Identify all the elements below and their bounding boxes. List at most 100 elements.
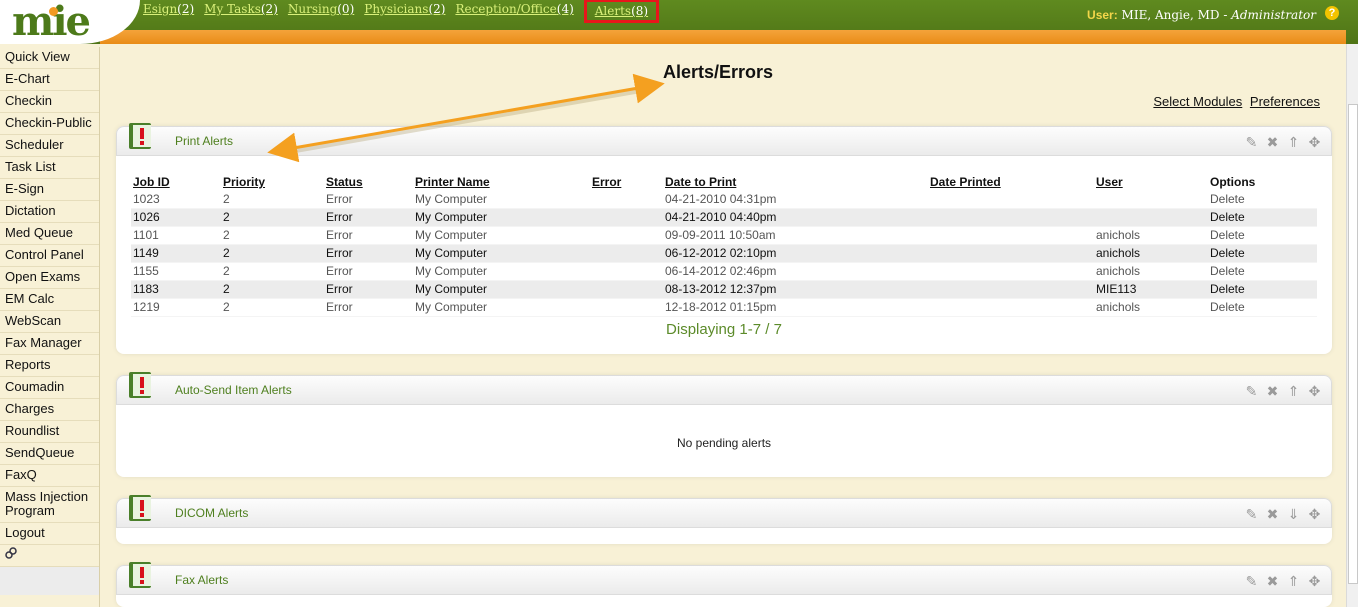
cell-date-to-print: 04-21-2010 04:31pm <box>663 190 928 209</box>
tab-esign[interactable]: Esign(2) <box>143 2 194 23</box>
collapse-icon[interactable]: ⇑ <box>1285 383 1302 400</box>
table-row[interactable]: 1183 2 Error My Computer 08-13-2012 12:3… <box>131 280 1317 299</box>
edit-icon[interactable]: ✎ <box>1243 383 1260 400</box>
panel-header: Print Alerts ✎ ✖ ⇑ ✥ <box>116 123 1332 156</box>
user-name: MIE, Angie, MD <box>1121 8 1220 22</box>
sidebar-item-checkin-public[interactable]: Checkin-Public <box>0 113 99 135</box>
sidebar-item-webscan[interactable]: WebScan <box>0 311 99 333</box>
main-content: Alerts/Errors Select Modules Preferences… <box>101 44 1346 607</box>
help-icon[interactable]: ? <box>1325 6 1339 20</box>
cell-printer-name: My Computer <box>413 298 590 317</box>
close-icon[interactable]: ✖ <box>1264 506 1281 523</box>
delete-link[interactable]: Delete <box>1208 208 1317 227</box>
table-row[interactable]: 1023 2 Error My Computer 04-21-2010 04:3… <box>131 190 1317 209</box>
vertical-scrollbar[interactable] <box>1346 44 1358 607</box>
delete-link[interactable]: Delete <box>1208 190 1317 209</box>
expand-icon[interactable]: ⇓ <box>1285 506 1302 523</box>
move-icon[interactable]: ✥ <box>1306 573 1323 590</box>
table-row[interactable]: 1101 2 Error My Computer 09-09-2011 10:5… <box>131 226 1317 245</box>
delete-link[interactable]: Delete <box>1208 226 1317 245</box>
delete-link[interactable]: Delete <box>1208 244 1317 263</box>
panel-header: Auto-Send Item Alerts ✎ ✖ ⇑ ✥ <box>116 372 1332 405</box>
user-info: User: MIE, Angie, MD - Administrator <box>1087 8 1316 22</box>
scrollbar-thumb[interactable] <box>1348 104 1358 584</box>
alert-book-icon <box>129 372 151 398</box>
sidebar-item-task-list[interactable]: Task List <box>0 157 99 179</box>
table-row[interactable]: 1219 2 Error My Computer 12-18-2012 01:1… <box>131 298 1317 317</box>
preferences-link[interactable]: Preferences <box>1250 94 1320 109</box>
move-icon[interactable]: ✥ <box>1306 383 1323 400</box>
print-alerts-table: Job ID Priority Status Printer Name Erro… <box>131 174 1317 317</box>
column-header-priority[interactable]: Priority <box>221 174 324 190</box>
sidebar-item-fax-manager[interactable]: Fax Manager <box>0 333 99 355</box>
sidebar-item-e-chart[interactable]: E-Chart <box>0 69 99 91</box>
cell-error <box>590 226 663 245</box>
sidebar-item-mass-injection-program[interactable]: Mass Injection Program <box>0 487 99 523</box>
collapse-icon[interactable]: ⇑ <box>1285 134 1302 151</box>
cell-error <box>590 190 663 209</box>
sidebar-item-coumadin[interactable]: Coumadin <box>0 377 99 399</box>
select-modules-link[interactable]: Select Modules <box>1153 94 1242 109</box>
cell-status: Error <box>324 226 413 245</box>
sidebar-item-checkin[interactable]: Checkin <box>0 91 99 113</box>
tab-nursing[interactable]: Nursing(0) <box>288 2 354 23</box>
sidebar-item-charges[interactable]: Charges <box>0 399 99 421</box>
tab-count: (4) <box>556 2 574 16</box>
column-header-job-id[interactable]: Job ID <box>131 174 221 190</box>
tab-alerts[interactable]: Alerts(8) <box>583 0 660 23</box>
column-header-user[interactable]: User <box>1094 174 1208 190</box>
cell-printer-name: My Computer <box>413 190 590 209</box>
cell-date-printed <box>928 190 1094 209</box>
sidebar-item-scheduler[interactable]: Scheduler <box>0 135 99 157</box>
sidebar-item-quick-view[interactable]: Quick View <box>0 47 99 69</box>
print-alerts-panel: Print Alerts ✎ ✖ ⇑ ✥ Job ID Priority Sta… <box>116 123 1332 354</box>
sidebar-item-control-panel[interactable]: Control Panel <box>0 245 99 267</box>
cell-error <box>590 244 663 263</box>
tab-my-tasks[interactable]: My Tasks(2) <box>204 2 278 23</box>
column-header-error[interactable]: Error <box>590 174 663 190</box>
column-header-date-printed[interactable]: Date Printed <box>928 174 1094 190</box>
edit-icon[interactable]: ✎ <box>1243 134 1260 151</box>
edit-icon[interactable]: ✎ <box>1243 506 1260 523</box>
sidebar-item-e-sign[interactable]: E-Sign <box>0 179 99 201</box>
close-icon[interactable]: ✖ <box>1264 383 1281 400</box>
tab-physicians[interactable]: Physicians(2) <box>364 2 445 23</box>
sidebar-item-open-exams[interactable]: Open Exams <box>0 267 99 289</box>
sidebar-item-roundlist[interactable]: Roundlist <box>0 421 99 443</box>
move-icon[interactable]: ✥ <box>1306 506 1323 523</box>
delete-link[interactable]: Delete <box>1208 298 1317 317</box>
alert-book-icon <box>129 495 151 521</box>
cell-user <box>1094 208 1208 227</box>
tab-count: (2) <box>177 2 195 16</box>
sidebar-item-sendqueue[interactable]: SendQueue <box>0 443 99 465</box>
table-row[interactable]: 1149 2 Error My Computer 06-12-2012 02:1… <box>131 244 1317 263</box>
column-header-status[interactable]: Status <box>324 174 413 190</box>
table-row[interactable]: 1155 2 Error My Computer 06-14-2012 02:4… <box>131 262 1317 281</box>
sidebar-item-dictation[interactable]: Dictation <box>0 201 99 223</box>
tab-count: (2) <box>260 2 278 16</box>
table-row[interactable]: 1026 2 Error My Computer 04-21-2010 04:4… <box>131 208 1317 227</box>
tab-label: Nursing <box>287 2 338 16</box>
cell-date-to-print: 04-21-2010 04:40pm <box>663 208 928 227</box>
delete-link[interactable]: Delete <box>1208 262 1317 281</box>
link-icon[interactable] <box>5 547 17 559</box>
column-header-date-to-print[interactable]: Date to Print <box>663 174 928 190</box>
tab-reception-office[interactable]: Reception/Office(4) <box>455 2 573 23</box>
cell-date-to-print: 06-14-2012 02:46pm <box>663 262 928 281</box>
cell-priority: 2 <box>221 298 324 317</box>
sidebar-item-em-calc[interactable]: EM Calc <box>0 289 99 311</box>
sidebar-item-logout[interactable]: Logout <box>0 523 99 545</box>
cell-job-id: 1219 <box>131 298 221 317</box>
move-icon[interactable]: ✥ <box>1306 134 1323 151</box>
edit-icon[interactable]: ✎ <box>1243 573 1260 590</box>
cell-status: Error <box>324 262 413 281</box>
close-icon[interactable]: ✖ <box>1264 573 1281 590</box>
collapse-icon[interactable]: ⇑ <box>1285 573 1302 590</box>
sidebar-item-reports[interactable]: Reports <box>0 355 99 377</box>
sidebar-item-med-queue[interactable]: Med Queue <box>0 223 99 245</box>
delete-link[interactable]: Delete <box>1208 280 1317 299</box>
sidebar-item-faxq[interactable]: FaxQ <box>0 465 99 487</box>
cell-printer-name: My Computer <box>413 244 590 263</box>
column-header-printer-name[interactable]: Printer Name <box>413 174 590 190</box>
close-icon[interactable]: ✖ <box>1264 134 1281 151</box>
